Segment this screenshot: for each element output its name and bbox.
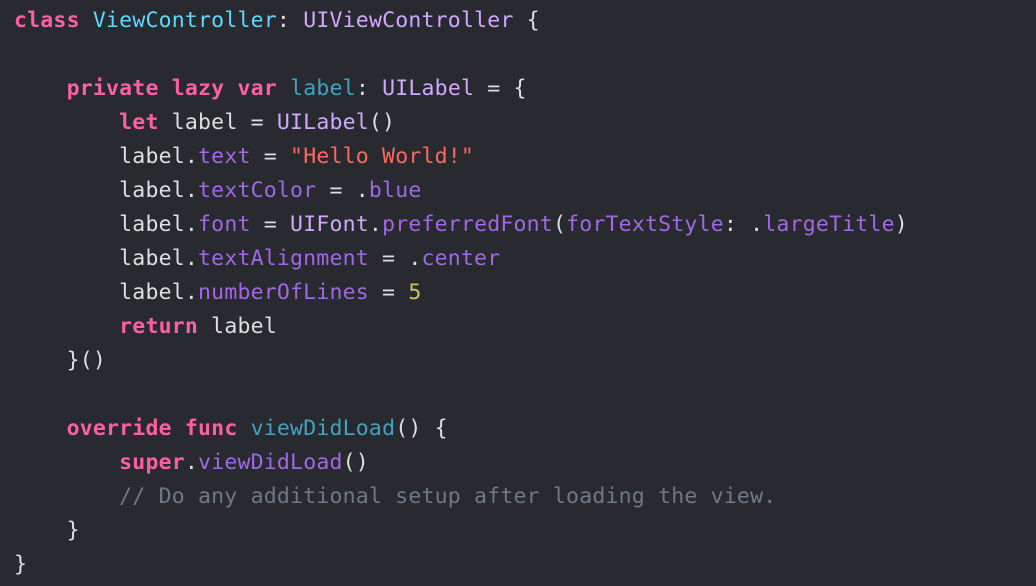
code-line-5[interactable]: label.text = "Hello World!" [14, 140, 474, 174]
code-token: label. [14, 280, 199, 305]
code-token: return [119, 314, 199, 339]
code-token: } [14, 552, 28, 577]
code-token: textAlignment [198, 246, 369, 271]
code-editor[interactable]: class ViewController: UIViewController {… [0, 0, 1036, 586]
code-token: ) [894, 212, 908, 237]
code-token: UILabel [276, 110, 369, 135]
code-token: = [250, 212, 291, 237]
code-token: center [421, 246, 501, 271]
code-line-8[interactable]: label.textAlignment = .center [14, 242, 500, 276]
code-token: func [184, 416, 238, 441]
code-token: label. [14, 178, 199, 203]
code-line-9[interactable]: label.numberOfLines = 5 [14, 276, 422, 310]
code-line-1[interactable]: class ViewController: UIViewController { [14, 4, 540, 38]
code-token: preferredFont [382, 212, 553, 237]
code-token: { [513, 8, 540, 33]
code-token: = . [316, 178, 369, 203]
code-token: : [276, 8, 304, 33]
code-token: font [198, 212, 251, 237]
code-token: UIViewController [303, 8, 514, 33]
code-token: ( [552, 212, 567, 237]
code-line-13[interactable]: override func viewDidLoad() { [14, 412, 448, 446]
code-token: "Hello World!" [290, 144, 475, 169]
code-token: numberOfLines [198, 280, 369, 305]
code-token: = { [474, 76, 527, 101]
code-line-4[interactable]: let label = UILabel() [14, 106, 395, 140]
code-token: 5 [408, 280, 422, 305]
code-token: label. [14, 212, 199, 237]
code-token: . [368, 212, 383, 237]
code-line-6[interactable]: label.textColor = .blue [14, 174, 421, 208]
code-token: // Do any additional setup after loading… [119, 484, 777, 509]
code-token: ViewController [92, 8, 277, 33]
code-token: : . [723, 212, 764, 237]
code-line-17[interactable]: } [14, 548, 27, 582]
code-token: () [368, 110, 396, 135]
code-token: }() [14, 348, 107, 373]
code-token: label [198, 314, 277, 339]
code-token: text [198, 144, 251, 169]
code-token: override [66, 416, 172, 441]
code-token: let [119, 110, 159, 135]
code-line-11[interactable]: }() [14, 344, 106, 378]
code-token: lazy [171, 76, 225, 101]
code-token: : [355, 76, 383, 101]
code-token: label. [14, 144, 199, 169]
code-line-10[interactable]: return label [14, 310, 277, 344]
code-token: textColor [198, 178, 317, 203]
code-token: = . [368, 246, 422, 271]
code-line-7[interactable]: label.font = UIFont.preferredFont(forTex… [14, 208, 908, 242]
code-token: label = [158, 110, 277, 135]
code-token: . [184, 450, 199, 475]
code-token: class [14, 8, 80, 33]
code-token: var [237, 76, 277, 101]
code-line-15[interactable]: // Do any additional setup after loading… [14, 480, 776, 514]
code-token: largeTitle [763, 212, 895, 237]
code-token: = [368, 280, 409, 305]
code-token: private [66, 76, 159, 101]
code-token: blue [368, 178, 422, 203]
code-line-16[interactable]: } [14, 514, 80, 548]
code-token: label. [14, 246, 199, 271]
code-line-3[interactable]: private lazy var label: UILabel = { [14, 72, 527, 106]
code-token: = [250, 144, 291, 169]
code-token: viewDidLoad [198, 450, 343, 475]
code-token: () { [395, 416, 448, 441]
code-token: UILabel [382, 76, 475, 101]
code-token: label [290, 76, 356, 101]
code-line-14[interactable]: super.viewDidLoad() [14, 446, 369, 480]
code-token: } [14, 518, 80, 543]
code-token: () [342, 450, 369, 475]
code-token: forTextStyle [566, 212, 724, 237]
code-token: viewDidLoad [250, 416, 396, 441]
code-token: UIFont [290, 212, 369, 237]
code-token: super [119, 450, 185, 475]
